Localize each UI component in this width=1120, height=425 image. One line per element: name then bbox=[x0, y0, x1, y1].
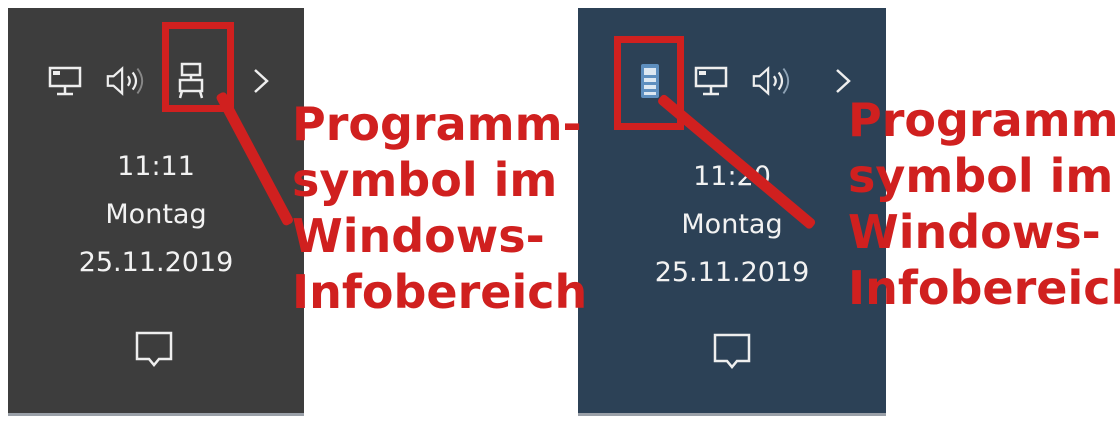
annotation-line: symbol im bbox=[292, 153, 558, 207]
volume-icon[interactable] bbox=[104, 60, 146, 102]
annotation-text: Programm- symbol im Windows- Infobereich bbox=[848, 92, 1120, 316]
network-icon[interactable] bbox=[690, 60, 732, 102]
annotation-line: Programm- bbox=[848, 93, 1120, 147]
clock-date[interactable]: 25.11.2019 bbox=[578, 250, 886, 295]
chevron-right-icon[interactable] bbox=[240, 60, 282, 102]
clock-day[interactable]: Montag bbox=[8, 192, 304, 237]
annotation-line: symbol im bbox=[848, 149, 1114, 203]
clock-date[interactable]: 25.11.2019 bbox=[8, 240, 304, 285]
action-center-icon[interactable] bbox=[710, 330, 754, 374]
action-center-icon[interactable] bbox=[132, 328, 176, 372]
clock-day[interactable]: Montag bbox=[578, 202, 886, 247]
annotation-line: Infobereich bbox=[292, 265, 588, 319]
annotation-line: Windows- bbox=[848, 205, 1101, 259]
taskbar-tray-dark: 11:11 Montag 25.11.2019 bbox=[8, 8, 304, 416]
volume-icon[interactable] bbox=[750, 60, 792, 102]
taskbar-edge bbox=[578, 413, 886, 416]
annotation-text: Programm- symbol im Windows- Infobereich bbox=[292, 96, 587, 320]
system-tray bbox=[8, 60, 304, 108]
annotation-line: Windows- bbox=[292, 209, 545, 263]
annotation-line: Infobereich bbox=[848, 261, 1120, 315]
network-icon[interactable] bbox=[44, 60, 86, 102]
annotation-line: Programm- bbox=[292, 97, 582, 151]
taskbar-edge bbox=[8, 413, 304, 416]
